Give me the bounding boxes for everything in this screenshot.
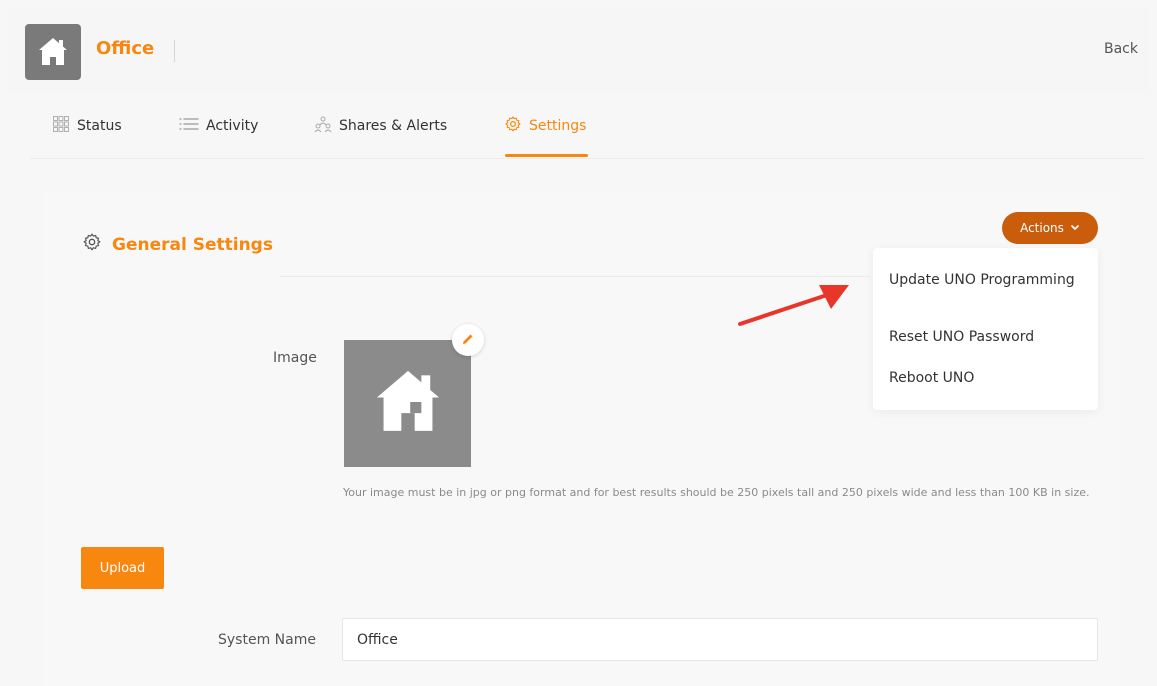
- grid-icon: [52, 115, 70, 137]
- system-name-input[interactable]: [342, 618, 1098, 661]
- active-tab-indicator: [505, 154, 588, 157]
- back-link[interactable]: Back: [1104, 41, 1138, 57]
- house-icon: [25, 24, 81, 80]
- tab-label: Status: [77, 118, 122, 134]
- pencil-icon: [461, 331, 475, 350]
- house-icon: [368, 362, 448, 446]
- app-header: Office Back: [8, 8, 1149, 94]
- gear-icon: [82, 232, 102, 257]
- gear-icon: [504, 115, 522, 137]
- system-image-preview: [344, 340, 471, 467]
- section-title-label: General Settings: [112, 234, 273, 255]
- tab-label: Activity: [206, 118, 259, 134]
- actions-button-label: Actions: [1020, 221, 1064, 235]
- tab-status[interactable]: Status: [52, 115, 122, 137]
- section-title: General Settings: [82, 232, 273, 257]
- image-help-text: Your image must be in jpg or png format …: [343, 486, 1090, 499]
- list-icon: [179, 116, 199, 136]
- users-icon: [314, 115, 332, 137]
- image-label: Image: [273, 350, 317, 366]
- header-divider: [174, 40, 175, 62]
- chevron-down-icon: [1070, 221, 1080, 235]
- tab-label: Shares & Alerts: [339, 118, 448, 134]
- tab-bar: Status Activity Shares & Alerts Settings: [30, 95, 1145, 159]
- annotation-arrow: [735, 277, 855, 333]
- system-name-label: System Name: [218, 632, 316, 648]
- tab-settings[interactable]: Settings: [504, 115, 586, 137]
- upload-button[interactable]: Upload: [81, 547, 164, 589]
- edit-image-button[interactable]: [452, 324, 484, 356]
- tab-shares-alerts[interactable]: Shares & Alerts: [314, 115, 447, 137]
- menu-item-update-uno-programming[interactable]: Update UNO Programming: [889, 272, 1075, 288]
- tab-activity[interactable]: Activity: [179, 115, 258, 137]
- tab-label: Settings: [529, 118, 587, 134]
- menu-item-reset-uno-password[interactable]: Reset UNO Password: [889, 329, 1034, 345]
- menu-item-reboot-uno[interactable]: Reboot UNO: [889, 370, 974, 386]
- page-title: Office: [96, 38, 155, 59]
- actions-button[interactable]: Actions: [1002, 212, 1098, 244]
- actions-dropdown-menu: Update UNO Programming Reset UNO Passwor…: [873, 248, 1098, 410]
